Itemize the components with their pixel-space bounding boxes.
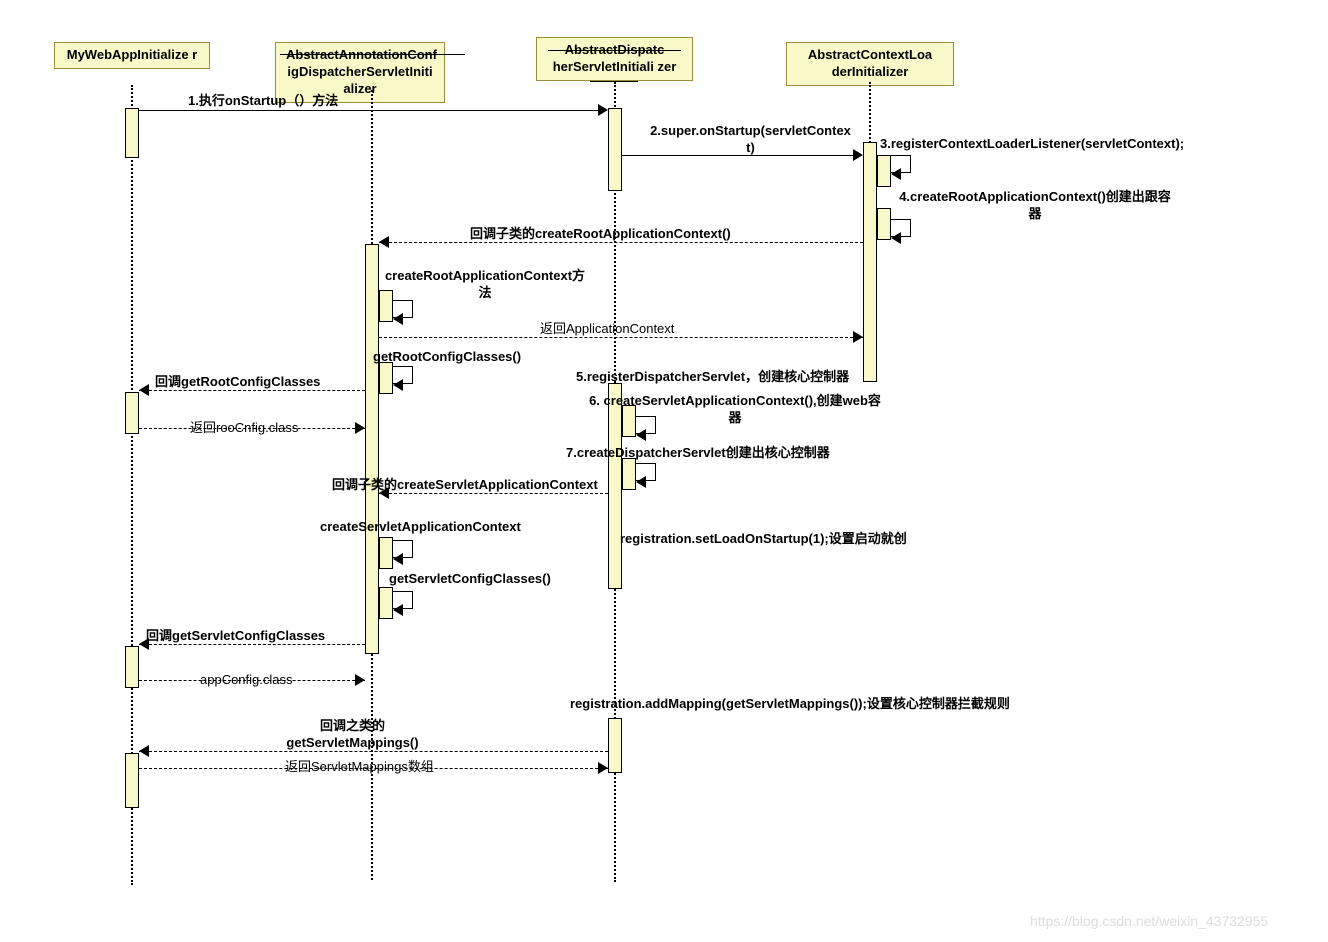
act-2e (379, 587, 393, 619)
msg-1: 1.执行onStartup（）方法 (188, 93, 338, 110)
head-22 (598, 762, 608, 774)
act-2c (379, 362, 393, 394)
arr-22 (139, 768, 608, 769)
participant-abstract-dispatcher: AbstractDispatc herServletInitiali zer (536, 37, 693, 81)
head-17 (393, 604, 403, 616)
msg-12: 6. createServletApplicationContext(),创建w… (570, 393, 900, 427)
strike-p3b (590, 81, 638, 82)
head-4 (891, 232, 901, 244)
arr-10 (139, 428, 365, 429)
msg-6: createRootApplicationContext方 法 (360, 268, 610, 302)
arr-14 (379, 493, 608, 494)
head-21 (139, 745, 149, 757)
msg-18: 回调getServletConfigClasses (146, 628, 325, 645)
arr-7 (379, 337, 863, 338)
msg-14: 回调子类的createServletApplicationContext (332, 477, 598, 494)
msg-2: 2.super.onStartup(servletContex t) (628, 123, 873, 157)
sequence-diagram: MyWebAppInitialize r AbstractAnnotationC… (0, 0, 1328, 942)
head-14 (379, 487, 389, 499)
msg-16: registration.setLoadOnStartup(1);设置启动就创 (620, 531, 907, 548)
act-1d (125, 753, 139, 808)
act-3e (608, 718, 622, 773)
act-1b (125, 392, 139, 434)
arr-18 (139, 644, 365, 645)
head-15 (393, 553, 403, 565)
msg-13: 7.createDispatcherServlet创建出核心控制器 (566, 445, 830, 462)
msg-8: getRootConfigClasses() (373, 349, 521, 366)
head-10 (355, 422, 365, 434)
act-4b (877, 155, 891, 187)
head-7 (853, 331, 863, 343)
act-1a (125, 108, 139, 158)
arr-2 (622, 155, 860, 156)
act-2d (379, 537, 393, 569)
arr-1 (139, 110, 604, 111)
act-1c (125, 646, 139, 688)
watermark: https://blog.csdn.net/weixin_43732955 (1030, 913, 1268, 929)
act-3a (608, 108, 622, 191)
arr-5 (379, 242, 863, 243)
arr-19 (139, 680, 365, 681)
head-12 (636, 429, 646, 441)
head-6 (393, 313, 403, 325)
head-3 (891, 168, 901, 180)
arr-21 (139, 751, 608, 752)
msg-11: 5.registerDispatcherServlet，创建核心控制器 (576, 369, 849, 386)
head-9 (139, 384, 149, 396)
head-18 (139, 638, 149, 650)
msg-17: getServletConfigClasses() (389, 571, 551, 588)
participant-abstract-contextloader: AbstractContextLoa derInitializer (786, 42, 954, 86)
head-19 (355, 674, 365, 686)
msg-3: 3.registerContextLoaderListener(servletC… (880, 136, 1184, 153)
participant-mywebapp: MyWebAppInitialize r (54, 42, 210, 69)
act-3d (622, 458, 636, 490)
act-4a (863, 142, 877, 382)
msg-7: 返回ApplicationContext (540, 321, 674, 338)
msg-4: 4.createRootApplicationContext()创建出跟容 器 (880, 189, 1190, 223)
msg-20: registration.addMapping(getServletMappin… (570, 696, 1010, 713)
act-2a (365, 244, 379, 654)
head-8 (393, 379, 403, 391)
head-2 (853, 149, 863, 161)
head-1 (598, 104, 608, 116)
msg-9: 回调getRootConfigClasses (155, 374, 320, 391)
msg-21: 回调之类的 getServletMappings() (270, 718, 435, 752)
strike-p2 (280, 54, 465, 55)
msg-5: 回调子类的createRootApplicationContext() (470, 226, 731, 243)
head-13 (636, 476, 646, 488)
head-5 (379, 236, 389, 248)
strike-p3 (548, 50, 681, 51)
msg-15: createServletApplicationContext (320, 519, 521, 536)
arr-9 (139, 390, 365, 391)
